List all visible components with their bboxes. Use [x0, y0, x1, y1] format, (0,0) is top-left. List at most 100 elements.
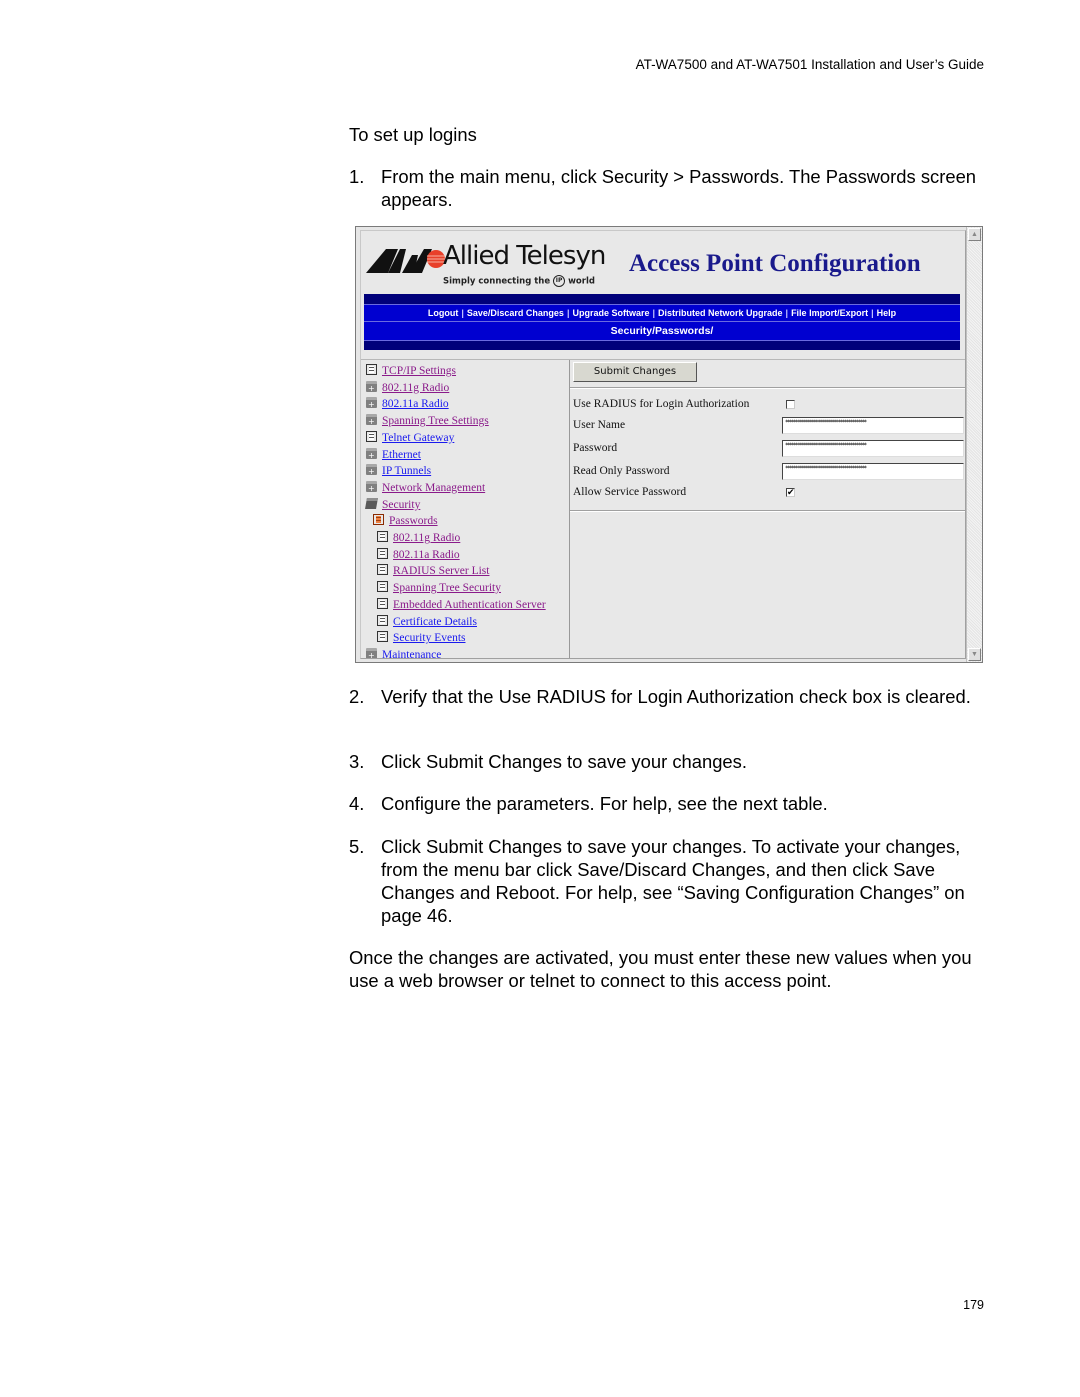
- tree-link[interactable]: Spanning Tree Security: [393, 582, 501, 594]
- menu-logout[interactable]: Logout: [425, 308, 462, 318]
- tree-link[interactable]: 802.11a Radio: [393, 549, 460, 561]
- tree-link[interactable]: TCP/IP Settings: [382, 365, 456, 377]
- tree-link[interactable]: IP Tunnels: [382, 465, 431, 477]
- tree-item[interactable]: Passwords: [373, 513, 438, 529]
- folder-icon: [366, 647, 377, 658]
- folder-icon: [366, 464, 377, 480]
- menu-save-discard-changes[interactable]: Save/Discard Changes: [464, 308, 567, 318]
- tree-link[interactable]: Maintenance: [382, 649, 441, 658]
- closing-paragraph: Once the changes are activated, you must…: [349, 947, 972, 991]
- document-active-icon: [373, 514, 384, 526]
- divider: [570, 387, 965, 389]
- menu-file-import-export[interactable]: File Import/Export: [788, 308, 871, 318]
- read-only-password-label: Read Only Password: [573, 465, 670, 477]
- folder-open-icon: [365, 497, 378, 509]
- menu-upgrade-software[interactable]: Upgrade Software: [569, 308, 652, 318]
- document-icon: [377, 614, 388, 626]
- passwords-screen-screenshot: Allied Telesyn Simply connecting the IP …: [355, 226, 983, 663]
- step-text: Verify that the Use RADIUS for Login Aut…: [381, 686, 971, 707]
- step-2: 2. Verify that the Use RADIUS for Login …: [349, 685, 989, 708]
- folder-icon: [366, 397, 377, 413]
- document-icon: [377, 597, 388, 609]
- passwords-form: Submit Changes Use RADIUS for Login Auth…: [570, 360, 965, 658]
- menu-distributed-network-upgrade[interactable]: Distributed Network Upgrade: [655, 308, 786, 318]
- tree-item[interactable]: Certificate Details: [377, 614, 477, 630]
- tree-item[interactable]: 802.11a Radio: [366, 396, 449, 413]
- folder-icon: [366, 447, 377, 464]
- step-number: 4.: [349, 793, 365, 814]
- tree-link[interactable]: Security Events: [393, 632, 466, 644]
- read-only-password-input[interactable]: ****************************************: [782, 463, 964, 480]
- scroll-up-arrow-icon[interactable]: ▲: [968, 228, 981, 241]
- tree-item[interactable]: 802.11g Radio: [366, 380, 449, 397]
- banner: Allied Telesyn Simply connecting the IP …: [361, 231, 965, 293]
- menu-bar: Logout | Save/Discard Changes | Upgrade Soft…: [364, 304, 960, 322]
- password-input[interactable]: ****************************************: [782, 440, 964, 457]
- tree-item[interactable]: Maintenance: [366, 647, 441, 658]
- tree-item[interactable]: Telnet Gateway: [366, 430, 454, 446]
- running-header: AT-WA7500 and AT-WA7501 Installation and…: [635, 57, 984, 72]
- tree-item[interactable]: IP Tunnels: [366, 463, 431, 480]
- step-text: Click Submit Changes to save your change…: [381, 751, 747, 772]
- step-number: 5.: [349, 836, 365, 857]
- document-icon: [377, 531, 388, 542]
- app-title: Access Point Configuration: [629, 250, 921, 277]
- document-icon: [377, 581, 388, 593]
- password-label: Password: [573, 442, 618, 454]
- folder-icon: [366, 480, 377, 497]
- menu-help[interactable]: Help: [874, 308, 900, 318]
- use-radius-checkbox[interactable]: [786, 400, 795, 409]
- step-number: 1.: [349, 166, 365, 187]
- nav-divider: [364, 341, 960, 350]
- tree-item[interactable]: RADIUS Server List: [377, 563, 489, 579]
- tree-link[interactable]: Network Management: [382, 482, 485, 494]
- tree-link[interactable]: Security: [382, 499, 420, 511]
- navigation-tree: TCP/IP Settings 802.11g Radio 802.11a Radi…: [364, 360, 570, 658]
- document-icon: [377, 547, 388, 559]
- browser-viewport: Allied Telesyn Simply connecting the IP …: [360, 230, 966, 659]
- tree-link[interactable]: Ethernet: [382, 449, 421, 461]
- tree-item[interactable]: Ethernet: [366, 447, 421, 464]
- allied-telesyn-logo-icon: [366, 249, 445, 273]
- tree-item[interactable]: Security Events: [377, 630, 466, 646]
- tree-link[interactable]: Passwords: [389, 515, 438, 527]
- tagline-text: world: [568, 276, 595, 287]
- tree-link[interactable]: RADIUS Server List: [393, 565, 489, 577]
- step-1: 1. From the main menu, click Security > …: [349, 165, 989, 211]
- tree-item[interactable]: Spanning Tree Settings: [366, 413, 489, 430]
- document-icon: [377, 564, 388, 576]
- scroll-down-arrow-icon[interactable]: ▼: [968, 648, 981, 661]
- allow-service-password-checkbox[interactable]: ✔: [786, 488, 795, 497]
- tree-link[interactable]: Telnet Gateway: [382, 432, 454, 444]
- tree-item[interactable]: Security: [365, 497, 420, 513]
- step-3: 3. Click Submit Changes to save your cha…: [349, 750, 989, 773]
- ip-circle-icon: IP: [553, 275, 566, 287]
- content-area: TCP/IP Settings 802.11g Radio 802.11a Radi…: [361, 359, 965, 658]
- breadcrumb: Security/Passwords/: [364, 322, 960, 341]
- tree-item[interactable]: TCP/IP Settings: [366, 363, 456, 379]
- step-text: Configure the parameters. For help, see …: [381, 793, 828, 814]
- step-number: 2.: [349, 686, 365, 707]
- tree-link[interactable]: Spanning Tree Settings: [382, 415, 489, 427]
- document-icon: [366, 430, 377, 442]
- document-icon: [377, 631, 388, 643]
- tree-link[interactable]: 802.11g Radio: [393, 532, 460, 544]
- divider: [570, 510, 965, 512]
- tree-link[interactable]: 802.11g Radio: [382, 382, 449, 394]
- submit-changes-button[interactable]: Submit Changes: [573, 362, 697, 382]
- tree-item[interactable]: Embedded Authentication Server: [377, 597, 546, 613]
- procedure-title: To set up logins: [349, 124, 477, 145]
- tree-link[interactable]: 802.11a Radio: [382, 398, 449, 410]
- tree-link[interactable]: Embedded Authentication Server: [393, 599, 546, 611]
- tree-item[interactable]: 802.11g Radio: [377, 530, 460, 546]
- vertical-scrollbar[interactable]: ▲ ▼: [966, 227, 982, 662]
- tree-item[interactable]: Network Management: [366, 480, 485, 497]
- step-5: 5. Click Submit Changes to save your cha…: [349, 835, 989, 927]
- document-icon: [366, 364, 377, 375]
- tree-link[interactable]: Certificate Details: [393, 616, 477, 628]
- tree-item[interactable]: 802.11a Radio: [377, 547, 460, 563]
- allow-service-password-label: Allow Service Password: [573, 486, 687, 498]
- page-number: 179: [963, 1298, 984, 1312]
- user-name-input[interactable]: ****************************************: [782, 417, 964, 434]
- tree-item[interactable]: Spanning Tree Security: [377, 580, 501, 596]
